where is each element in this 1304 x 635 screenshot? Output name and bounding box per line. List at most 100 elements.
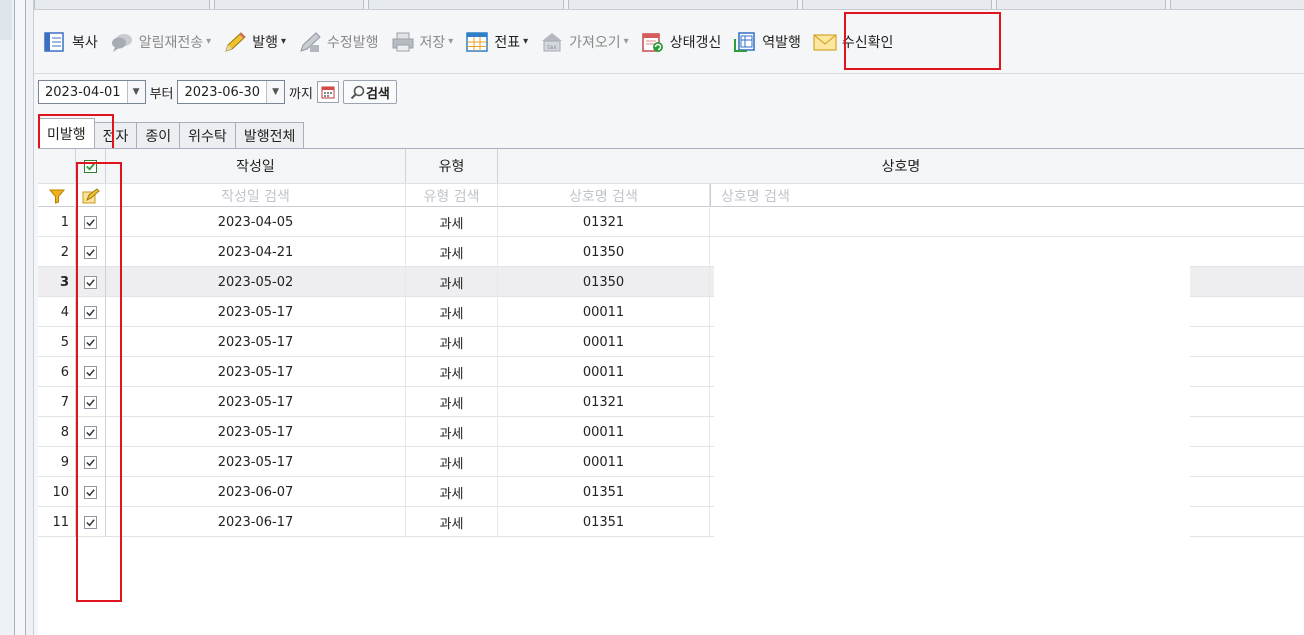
type-filter-input[interactable]: 유형 검색: [406, 184, 498, 207]
code-cell: 01321: [498, 387, 710, 417]
row-number: 4: [38, 297, 76, 327]
code-cell: 01351: [498, 507, 710, 537]
tab-label: 위수탁: [188, 128, 227, 145]
issue-button[interactable]: 발행 ▾: [218, 28, 291, 56]
type-cell: 과세: [406, 387, 498, 417]
code-cell: 00011: [498, 357, 710, 387]
chevron-down-icon: ▾: [280, 36, 286, 47]
date-cell: 2023-05-17: [106, 357, 406, 387]
name-header-label: 상호명: [881, 159, 921, 175]
status-refresh-label: 상태갱신: [669, 34, 722, 51]
resend-label: 알림재전송: [138, 34, 204, 51]
top-menu-segment[interactable]: [802, 0, 992, 9]
left-panel-strip: [0, 0, 34, 635]
chevron-down-icon[interactable]: ▼: [126, 81, 145, 103]
speech-bubble-icon: [110, 31, 134, 53]
type-cell: 과세: [406, 237, 498, 267]
search-icon: [350, 85, 365, 100]
left-splitter[interactable]: [14, 0, 26, 635]
issue-label: 발행: [252, 34, 278, 51]
date-header-label: 작성일: [236, 159, 275, 175]
top-menu-segment[interactable]: [996, 0, 1166, 9]
voucher-label: 전표: [494, 34, 521, 51]
type-column-header[interactable]: 유형: [406, 149, 498, 183]
type-cell: 과세: [406, 357, 498, 387]
copy-button[interactable]: 복사: [38, 28, 103, 56]
date-cell: 2023-05-17: [106, 327, 406, 357]
status-refresh-button[interactable]: 상태갱신: [636, 28, 727, 56]
to-date-picker[interactable]: 2023-06-30 ▼: [177, 80, 286, 104]
modify-issue-button[interactable]: 수정발행: [293, 28, 384, 56]
from-date-picker[interactable]: 2023-04-01 ▼: [38, 80, 146, 104]
type-cell: 과세: [406, 447, 498, 477]
date-cell: 2023-05-17: [106, 387, 406, 417]
search-label: 검색: [365, 86, 390, 102]
tab-label: 발행전체: [243, 128, 296, 145]
date-cell: 2023-05-02: [106, 267, 406, 297]
invoice-grid: 작성일 유형 상호명 작성일 검색 유형 검색 상호명 검색 상호명 검색 12…: [38, 148, 1304, 635]
tab-issued-all[interactable]: 발행전체: [234, 122, 305, 148]
pencil-icon: [223, 31, 247, 53]
date-cell: 2023-06-07: [106, 477, 406, 507]
row-number: 11: [38, 507, 76, 537]
date-filter-placeholder: 작성일 검색: [221, 188, 290, 205]
name-column-header[interactable]: 상호명: [498, 149, 1304, 183]
reverse-issue-label: 역발행: [762, 34, 801, 51]
blank-overlay: [714, 245, 1190, 605]
tab-paper[interactable]: 종이: [136, 122, 181, 148]
top-menu-segment[interactable]: [1170, 0, 1304, 9]
date-column-header[interactable]: 작성일: [106, 149, 406, 183]
import-button[interactable]: tax 가져오기 ▾: [535, 28, 634, 56]
type-cell: 과세: [406, 297, 498, 327]
from-label: 부터: [149, 86, 174, 102]
row-number: 8: [38, 417, 76, 447]
code-cell: 00011: [498, 417, 710, 447]
hometax-icon: tax: [540, 31, 564, 53]
type-cell: 과세: [406, 507, 498, 537]
highlight-unissued-tab: [38, 114, 114, 152]
name-filter-input[interactable]: 상호명 검색: [710, 184, 1304, 207]
top-menu-strip: [34, 0, 1304, 10]
voucher-button[interactable]: 전표 ▾: [460, 28, 533, 56]
top-menu-segment[interactable]: [214, 0, 364, 9]
resend-notification-button[interactable]: 알림재전송 ▾: [105, 28, 216, 56]
row-number: 10: [38, 477, 76, 507]
top-menu-segment[interactable]: [368, 0, 564, 9]
top-menu-segment[interactable]: [34, 0, 210, 9]
code-filter-input[interactable]: 상호명 검색: [498, 184, 710, 207]
calendar-icon: [321, 86, 335, 99]
date-filter-input[interactable]: 작성일 검색: [106, 184, 406, 207]
search-button[interactable]: 검색: [342, 80, 397, 104]
highlight-checkbox-column: [76, 162, 122, 602]
save-label: 저장: [419, 34, 446, 51]
save-button[interactable]: 저장 ▾: [386, 28, 459, 56]
reverse-document-icon: [733, 31, 757, 53]
refresh-document-icon: [641, 31, 665, 53]
chevron-down-icon: ▾: [448, 36, 454, 47]
to-label: 까지: [289, 86, 313, 102]
top-menu-segment[interactable]: [568, 0, 798, 9]
code-cell: 01321: [498, 207, 710, 237]
date-cell: 2023-06-17: [106, 507, 406, 537]
table-icon: [465, 31, 489, 53]
edit-pencil-icon: [298, 31, 322, 53]
tab-consignment[interactable]: 위수탁: [179, 122, 236, 148]
calendar-button[interactable]: [316, 81, 339, 103]
filter-row: 작성일 검색 유형 검색 상호명 검색 상호명 검색: [38, 183, 1304, 207]
code-cell: 01351: [498, 477, 710, 507]
from-date-value[interactable]: 2023-04-01: [39, 85, 127, 100]
chevron-down-icon[interactable]: ▼: [266, 81, 285, 103]
row-number: 2: [38, 237, 76, 267]
to-date-value[interactable]: 2023-06-30: [178, 85, 266, 100]
type-cell: 과세: [406, 327, 498, 357]
date-cell: 2023-05-17: [106, 417, 406, 447]
code-cell: 00011: [498, 327, 710, 357]
reverse-issue-button[interactable]: 역발행: [728, 28, 806, 56]
left-panel-notch: [0, 0, 12, 40]
type-cell: 과세: [406, 267, 498, 297]
printer-icon: [391, 31, 415, 53]
table-row[interactable]: 1 2023-04-05 과세 01321: [38, 207, 1304, 237]
filter-funnel-cell[interactable]: [38, 184, 76, 207]
type-filter-placeholder: 유형 검색: [423, 188, 480, 205]
row-number: 9: [38, 447, 76, 477]
